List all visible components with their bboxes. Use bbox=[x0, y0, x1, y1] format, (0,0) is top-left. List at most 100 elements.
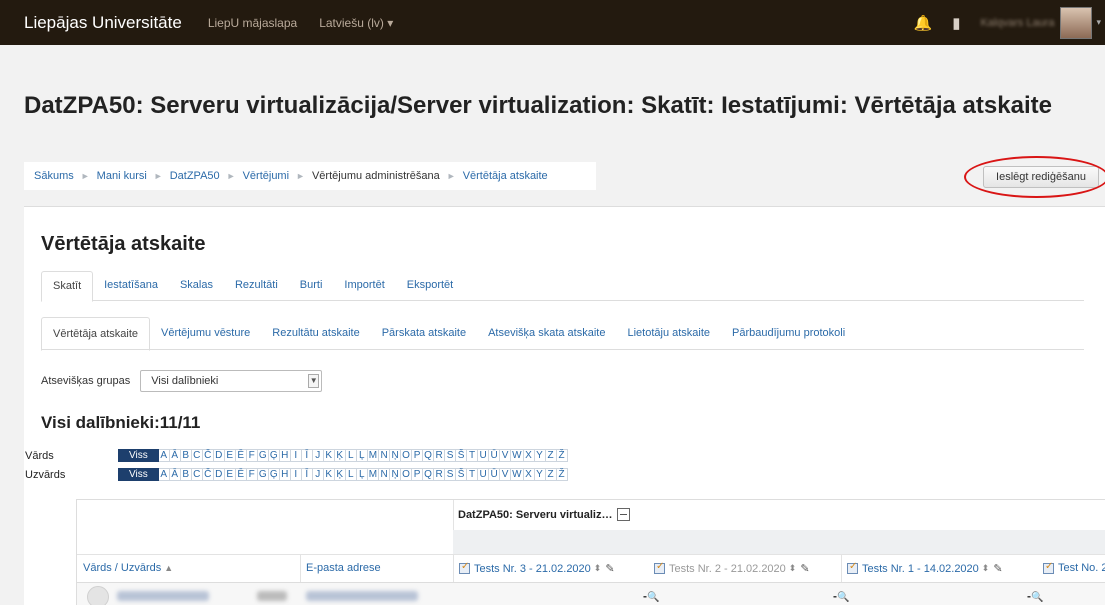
initial-letter-link[interactable]: U bbox=[478, 468, 490, 481]
initial-letter-link[interactable]: Y bbox=[534, 449, 546, 462]
initial-letter-link[interactable]: T bbox=[467, 468, 479, 481]
breadcrumb-home[interactable]: Sākums bbox=[34, 170, 74, 182]
language-menu[interactable]: Latviešu (lv) ▾ bbox=[319, 16, 393, 30]
initial-letter-link[interactable]: D bbox=[213, 449, 225, 462]
initial-letter-link[interactable]: Š bbox=[456, 468, 468, 481]
home-link[interactable]: LiepU mājaslapa bbox=[208, 16, 297, 30]
initial-letter-link[interactable]: Q bbox=[423, 449, 435, 462]
initial-letter-link[interactable]: N bbox=[379, 449, 391, 462]
subtab-single-view[interactable]: Atsevišķa skata atskaite bbox=[477, 317, 616, 350]
initial-letter-link[interactable]: W bbox=[511, 449, 524, 462]
initial-letter-link[interactable]: T bbox=[467, 449, 479, 462]
message-icon[interactable]: ▮ bbox=[952, 14, 960, 32]
initial-letter-link[interactable]: N bbox=[379, 468, 391, 481]
collapse-icon[interactable] bbox=[617, 508, 631, 521]
initial-letter-link[interactable]: Ģ bbox=[268, 468, 280, 481]
name-column-label[interactable]: Vārds / Uzvārds bbox=[83, 562, 161, 574]
breadcrumb-my-courses[interactable]: Mani kursi bbox=[97, 170, 147, 182]
subtab-grade-history[interactable]: Vērtējumu vēsture bbox=[150, 317, 261, 350]
initial-letter-link[interactable]: L bbox=[345, 449, 357, 462]
initial-letter-link[interactable]: R bbox=[434, 468, 446, 481]
initial-letter-link[interactable]: A bbox=[158, 449, 170, 462]
initial-letter-link[interactable]: B bbox=[180, 468, 192, 481]
avatar[interactable] bbox=[1060, 6, 1093, 39]
grade-item-header[interactable]: Test No. 2 bbox=[1043, 561, 1105, 574]
grade-item-label[interactable]: Tests Nr. 1 - 14.02.2020 bbox=[862, 563, 979, 575]
initial-letter-link[interactable]: U bbox=[478, 449, 490, 462]
student-name[interactable] bbox=[117, 591, 209, 601]
subtab-outcomes-report[interactable]: Rezultātu atskaite bbox=[261, 317, 370, 350]
edit-icon[interactable]: ✎ bbox=[800, 562, 809, 575]
initial-letter-link[interactable]: H bbox=[279, 468, 291, 481]
initial-letter-link[interactable]: C bbox=[191, 468, 203, 481]
initial-letter-link[interactable]: O bbox=[401, 449, 413, 462]
grade-item-label[interactable]: Tests Nr. 2 - 21.02.2020 bbox=[669, 563, 786, 575]
initial-letter-link[interactable]: F bbox=[246, 468, 258, 481]
grade-item-label[interactable]: Tests Nr. 3 - 21.02.2020 bbox=[474, 563, 591, 575]
site-brand[interactable]: Liepājas Universitāte bbox=[24, 13, 182, 33]
initial-letter-link[interactable]: W bbox=[511, 468, 524, 481]
subtab-grader-report[interactable]: Vērtētāja atskaite bbox=[41, 317, 150, 351]
user-menu-caret-icon[interactable]: ▾ bbox=[1096, 17, 1101, 28]
initial-letter-link[interactable]: R bbox=[434, 449, 446, 462]
search-icon[interactable]: 🔍 bbox=[837, 592, 849, 603]
sort-icon[interactable]: ⬍ bbox=[789, 563, 797, 574]
initial-letter-link[interactable]: I bbox=[290, 468, 302, 481]
initial-letter-link[interactable]: Ķ bbox=[334, 449, 346, 462]
initial-letter-link[interactable]: G bbox=[257, 468, 269, 481]
initial-letter-link[interactable]: F bbox=[246, 449, 258, 462]
initial-letter-link[interactable]: Ž bbox=[556, 449, 568, 462]
initial-letter-link[interactable]: O bbox=[401, 468, 413, 481]
initial-letter-link[interactable]: K bbox=[323, 449, 335, 462]
name-column-header[interactable]: Vārds / Uzvārds ▲ bbox=[83, 562, 173, 574]
initial-letter-link[interactable]: Ķ bbox=[334, 468, 346, 481]
initial-letter-link[interactable]: Ī bbox=[301, 449, 313, 462]
initial-letter-link[interactable]: P bbox=[412, 449, 424, 462]
initial-letter-link[interactable]: V bbox=[500, 468, 512, 481]
initial-letter-link[interactable]: Q bbox=[423, 468, 435, 481]
initial-letter-link[interactable]: X bbox=[523, 449, 535, 462]
subtab-user-report[interactable]: Lietotāju atskaite bbox=[616, 317, 721, 350]
email-column-label[interactable]: E-pasta adrese bbox=[306, 562, 381, 574]
breadcrumb-grades[interactable]: Vērtējumi bbox=[243, 170, 289, 182]
initial-letter-link[interactable]: V bbox=[500, 449, 512, 462]
initial-letter-link[interactable]: M bbox=[367, 449, 380, 462]
initial-letter-link[interactable]: E bbox=[224, 449, 236, 462]
initial-letter-link[interactable]: P bbox=[412, 468, 424, 481]
initial-letter-link[interactable]: Ņ bbox=[390, 468, 402, 481]
tab-scales[interactable]: Skalas bbox=[169, 271, 224, 301]
grade-item-header[interactable]: Tests Nr. 3 - 21.02.2020 ⬍ ✎ bbox=[459, 561, 615, 575]
search-icon[interactable]: 🔍 bbox=[647, 592, 659, 603]
initial-letter-link[interactable]: Č bbox=[202, 449, 214, 462]
initial-letter-link[interactable]: S bbox=[445, 449, 457, 462]
turn-editing-on-button[interactable]: Ieslēgt rediģēšanu bbox=[983, 166, 1099, 188]
user-name[interactable]: Kalqvars Laura bbox=[980, 17, 1054, 29]
initial-letter-link[interactable]: Č bbox=[202, 468, 214, 481]
tab-outcomes[interactable]: Rezultāti bbox=[224, 271, 289, 301]
initial-letter-link[interactable]: Ņ bbox=[390, 449, 402, 462]
initial-letter-link[interactable]: Ļ bbox=[356, 449, 368, 462]
initial-letter-link[interactable]: L bbox=[345, 468, 357, 481]
initial-letter-link[interactable]: X bbox=[523, 468, 535, 481]
initial-letter-link[interactable]: Ī bbox=[301, 468, 313, 481]
grade-item-header[interactable]: Tests Nr. 2 - 21.02.2020 ⬍ ✎ bbox=[654, 561, 810, 575]
group-select[interactable]: Visi dalībnieki ▼ bbox=[140, 370, 323, 392]
initial-letter-link[interactable]: Z bbox=[545, 468, 557, 481]
last-name-all-button[interactable]: Viss bbox=[118, 468, 159, 481]
sort-asc-icon[interactable]: ▲ bbox=[164, 563, 173, 573]
initial-letter-link[interactable]: Ā bbox=[169, 468, 181, 481]
grade-item-label[interactable]: Test No. 2 bbox=[1058, 562, 1105, 574]
sort-icon[interactable]: ⬍ bbox=[594, 563, 602, 574]
initial-letter-link[interactable]: D bbox=[213, 468, 225, 481]
email-column-header[interactable]: E-pasta adrese bbox=[306, 562, 381, 574]
initial-letter-link[interactable]: J bbox=[312, 468, 324, 481]
tab-export[interactable]: Eksportēt bbox=[396, 271, 464, 301]
initial-letter-link[interactable]: Z bbox=[545, 449, 557, 462]
initial-letter-link[interactable]: C bbox=[191, 449, 203, 462]
initial-letter-link[interactable]: Ū bbox=[489, 449, 501, 462]
grade-item-header[interactable]: Tests Nr. 1 - 14.02.2020 ⬍ ✎ bbox=[847, 561, 1003, 575]
initial-letter-link[interactable]: M bbox=[367, 468, 380, 481]
initial-letter-link[interactable]: E bbox=[224, 468, 236, 481]
initial-letter-link[interactable]: S bbox=[445, 468, 457, 481]
initial-letter-link[interactable]: Ž bbox=[556, 468, 568, 481]
